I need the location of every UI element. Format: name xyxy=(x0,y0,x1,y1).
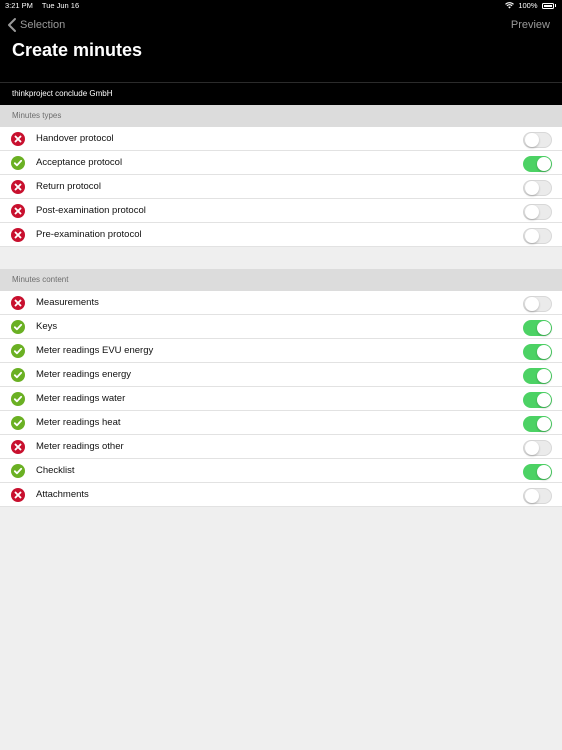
list-item: Return protocol xyxy=(0,175,562,199)
list-item-label: Meter readings water xyxy=(36,393,126,404)
toggle-switch[interactable] xyxy=(523,296,552,312)
list-item: Checklist xyxy=(0,459,562,483)
battery-tip xyxy=(554,4,556,7)
list-item: Meter readings EVU energy xyxy=(0,339,562,363)
cross-icon xyxy=(11,131,25,146)
toggle-switch[interactable] xyxy=(523,132,552,148)
check-icon xyxy=(11,155,25,170)
toggle-switch[interactable] xyxy=(523,368,552,384)
toggle-switch[interactable] xyxy=(523,464,552,480)
list-item-label: Meter readings other xyxy=(36,441,124,452)
toggle-knob xyxy=(525,181,539,195)
cross-icon xyxy=(11,203,25,218)
list-item-label: Keys xyxy=(36,321,58,332)
list-item-label: Pre-examination protocol xyxy=(36,229,142,240)
toggle-knob xyxy=(537,417,551,431)
toggle-knob xyxy=(537,393,551,407)
toggle-knob xyxy=(537,465,551,479)
list-item-label: Meter readings heat xyxy=(36,417,121,428)
section-list: Handover protocol Acceptance protocol Retu… xyxy=(0,127,562,247)
back-button[interactable]: Selection xyxy=(6,17,65,33)
wifi-icon xyxy=(505,2,515,9)
toggle-knob xyxy=(525,133,539,147)
cross-icon xyxy=(11,487,25,502)
list-item: Handover protocol xyxy=(0,127,562,151)
list-item: Meter readings energy xyxy=(0,363,562,387)
list-item-label: Checklist xyxy=(36,465,75,476)
back-label: Selection xyxy=(20,19,66,31)
toggle-switch[interactable] xyxy=(523,416,552,432)
toggle-switch[interactable] xyxy=(523,392,552,408)
list-item: Meter readings heat xyxy=(0,411,562,435)
list-item-label: Measurements xyxy=(36,297,99,308)
check-icon xyxy=(11,367,25,382)
list-item-label: Acceptance protocol xyxy=(36,157,123,168)
toggle-knob xyxy=(537,157,551,171)
preview-button[interactable]: Preview xyxy=(511,19,550,31)
list-item-label: Handover protocol xyxy=(36,133,114,144)
company-name: thinkproject conclude GmbH xyxy=(0,82,562,105)
toggle-switch[interactable] xyxy=(523,228,552,244)
check-icon xyxy=(11,343,25,358)
list-item: Meter readings other xyxy=(0,435,562,459)
battery-percent: 100% xyxy=(518,1,538,10)
section-header: Minutes types xyxy=(0,105,562,127)
list-item-label: Meter readings EVU energy xyxy=(36,345,154,356)
settings-sections: Minutes types Handover protocol Acceptance… xyxy=(0,105,562,507)
toggle-switch[interactable] xyxy=(523,180,552,196)
battery-icon xyxy=(541,2,554,9)
cross-icon xyxy=(11,439,25,454)
section-list: Measurements Keys Meter readings EVU energ… xyxy=(0,291,562,507)
status-date: Tue Jun 16 xyxy=(41,1,80,10)
nav-header: Selection Preview Create minutes xyxy=(0,11,562,82)
list-item-label: Meter readings energy xyxy=(36,369,132,380)
cross-icon xyxy=(11,227,25,242)
list-item: Attachments xyxy=(0,483,562,507)
toggle-switch[interactable] xyxy=(523,204,552,220)
cross-icon xyxy=(11,179,25,194)
list-item: Keys xyxy=(0,315,562,339)
section-spacer xyxy=(0,247,562,269)
chevron-left-icon xyxy=(8,18,16,32)
toggle-knob xyxy=(537,345,551,359)
list-item: Pre-examination protocol xyxy=(0,223,562,247)
toggle-switch[interactable] xyxy=(523,488,552,504)
status-bar: 3:21 PM Tue Jun 16 100% xyxy=(0,0,562,11)
toggle-knob xyxy=(537,369,551,383)
list-item: Meter readings water xyxy=(0,387,562,411)
page-title: Create minutes xyxy=(12,40,143,60)
list-item: Post-examination protocol xyxy=(0,199,562,223)
list-item-label: Post-examination protocol xyxy=(36,205,146,216)
toggle-switch[interactable] xyxy=(523,320,552,336)
toggle-switch[interactable] xyxy=(523,156,552,172)
list-item: Measurements xyxy=(0,291,562,315)
toggle-knob xyxy=(525,297,539,311)
list-item-label: Attachments xyxy=(36,489,89,500)
cross-icon xyxy=(11,295,25,310)
check-icon xyxy=(11,415,25,430)
toggle-knob xyxy=(537,321,551,335)
status-time: 3:21 PM xyxy=(5,1,33,10)
section-header: Minutes content xyxy=(0,269,562,291)
toggle-knob xyxy=(525,205,539,219)
toggle-knob xyxy=(525,229,539,243)
check-icon xyxy=(11,463,25,478)
toggle-knob xyxy=(525,489,539,503)
check-icon xyxy=(11,391,25,406)
toggle-switch[interactable] xyxy=(523,440,552,456)
toggle-knob xyxy=(525,441,539,455)
list-item-label: Return protocol xyxy=(36,181,101,192)
toggle-switch[interactable] xyxy=(523,344,552,360)
check-icon xyxy=(11,319,25,334)
list-item: Acceptance protocol xyxy=(0,151,562,175)
